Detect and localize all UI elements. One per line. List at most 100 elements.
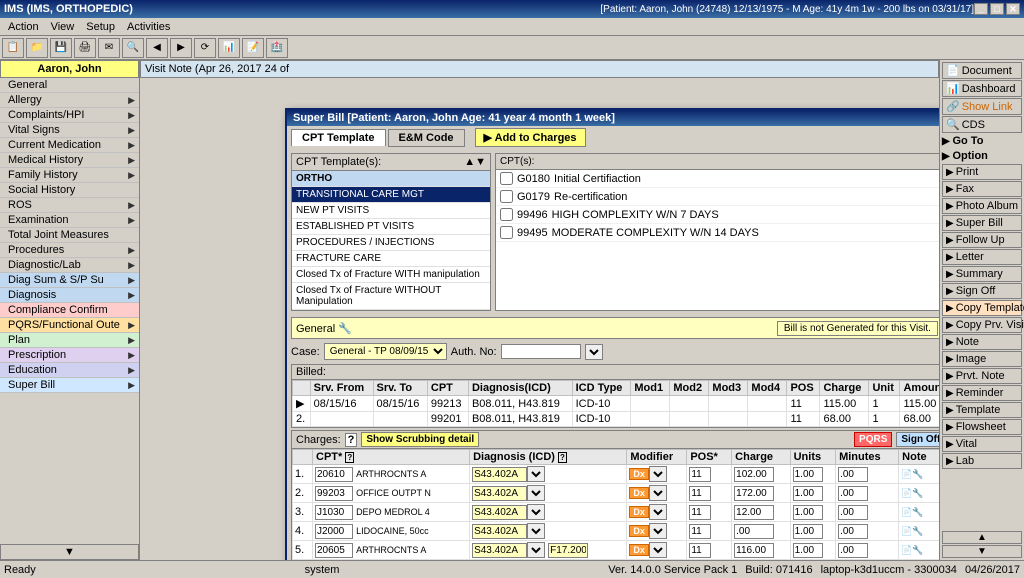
right-btn-document[interactable]: 📄 Document: [942, 62, 1022, 79]
toolbar-btn-12[interactable]: 🏥: [266, 38, 288, 58]
template-item-established[interactable]: ESTABLISHED PT VISITS: [292, 219, 490, 235]
template-item-fracture-care[interactable]: FRACTURE CARE: [292, 251, 490, 267]
units-input-1[interactable]: [793, 467, 823, 482]
units-input-4[interactable]: [793, 524, 823, 539]
cpt-check-g0179[interactable]: [500, 190, 513, 203]
sidebar-item-social-history[interactable]: Social History: [0, 183, 139, 198]
right-btn-show-link[interactable]: 🔗 Show Link: [942, 98, 1022, 115]
dx-btn-4[interactable]: Dx: [629, 525, 649, 537]
pos-input-4[interactable]: [689, 524, 711, 539]
pqrs-btn[interactable]: PQRS: [854, 432, 892, 447]
charge-input-2[interactable]: [734, 486, 774, 501]
sidebar-item-joint-measures[interactable]: Total Joint Measures: [0, 228, 139, 243]
mod-drop-4[interactable]: [649, 523, 667, 539]
pos-input-3[interactable]: [689, 505, 711, 520]
units-input-5[interactable]: [793, 543, 823, 558]
cpt-check-99496[interactable]: [500, 208, 513, 221]
right-btn-copy-template[interactable]: ▶ Copy Template: [942, 300, 1022, 316]
patient-name[interactable]: Aaron, John: [0, 60, 139, 78]
template-item-new-pt[interactable]: NEW PT VISITS: [292, 203, 490, 219]
right-btn-cds[interactable]: 🔍 CDS: [942, 116, 1022, 133]
charge-row-6[interactable]: ▶ APPL SHORT AR Dx 📄🔧 N: [293, 560, 940, 561]
diag-input-1[interactable]: [472, 467, 527, 482]
right-btn-lab[interactable]: ▶ Lab: [942, 453, 1022, 469]
sidebar-item-complaints[interactable]: Complaints/HPI ▶: [0, 108, 139, 123]
template-item-ortho[interactable]: ORTHO: [292, 171, 490, 187]
right-btn-dashboard[interactable]: 📊 Dashboard: [942, 80, 1022, 97]
charge-input-4[interactable]: [734, 524, 774, 539]
diag-input-5[interactable]: [472, 543, 527, 558]
mod-drop-2[interactable]: [649, 485, 667, 501]
pos-input-1[interactable]: [689, 467, 711, 482]
toolbar-btn-5[interactable]: ✉: [98, 38, 120, 58]
right-scroll-down[interactable]: ▼: [942, 545, 1022, 558]
right-scroll-up[interactable]: ▲: [942, 531, 1022, 544]
charge-row-3[interactable]: 3. DEPO MEDROL 4 Dx 📄🔧 N: [293, 503, 940, 522]
toolbar-btn-3[interactable]: 💾: [50, 38, 72, 58]
diag-drop-2[interactable]: [527, 485, 545, 501]
toolbar-btn-2[interactable]: 📁: [26, 38, 48, 58]
mod-drop-3[interactable]: [649, 504, 667, 520]
minutes-input-1[interactable]: [838, 467, 868, 482]
pos-input-5[interactable]: [689, 543, 711, 558]
sidebar-item-diagnostic-lab[interactable]: Diagnostic/Lab ▶: [0, 258, 139, 273]
template-item-transitional[interactable]: TRANSITIONAL CARE MGT: [292, 187, 490, 203]
right-btn-image[interactable]: ▶ Image: [942, 351, 1022, 367]
right-btn-vital[interactable]: ▶ Vital: [942, 436, 1022, 452]
cpt-input-4[interactable]: [315, 524, 353, 539]
charge-input-1[interactable]: [734, 467, 774, 482]
toolbar-btn-6[interactable]: 🔍: [122, 38, 144, 58]
diag-drop-5[interactable]: [527, 542, 545, 558]
auth-dropdown[interactable]: [585, 344, 603, 360]
right-btn-super-bill[interactable]: ▶ Super Bill: [942, 215, 1022, 231]
minutes-input-2[interactable]: [838, 486, 868, 501]
mod-drop-1[interactable]: [649, 466, 667, 482]
dx-btn-3[interactable]: Dx: [629, 506, 649, 518]
sidebar-item-diagnosis[interactable]: Diagnosis ▶: [0, 288, 139, 303]
sidebar-item-pqrs[interactable]: PQRS/Functional Oute ▶: [0, 318, 139, 333]
sidebar-item-plan[interactable]: Plan ▶: [0, 333, 139, 348]
charge-input-3[interactable]: [734, 505, 774, 520]
sidebar-scroll-down[interactable]: ▼: [0, 544, 139, 560]
units-input-2[interactable]: [793, 486, 823, 501]
cpt-input-2[interactable]: [315, 486, 353, 501]
sidebar-item-procedures[interactable]: Procedures ▶: [0, 243, 139, 258]
cpt-input-3[interactable]: [315, 505, 353, 520]
sidebar-item-family-history[interactable]: Family History ▶: [0, 168, 139, 183]
maximize-btn[interactable]: □: [990, 3, 1004, 15]
toolbar-btn-7[interactable]: ◀: [146, 38, 168, 58]
cpt-input-1[interactable]: [315, 467, 353, 482]
charge-input-5[interactable]: [734, 543, 774, 558]
sidebar-item-examination[interactable]: Examination ▶: [0, 213, 139, 228]
right-btn-template[interactable]: ▶ Template: [942, 402, 1022, 418]
tab-em-code[interactable]: E&M Code: [388, 129, 465, 147]
menu-activities[interactable]: Activities: [121, 20, 176, 34]
right-btn-copy-prv-visit[interactable]: ▶ Copy Prv. Visit: [942, 317, 1022, 333]
right-btn-sign-off[interactable]: ▶ Sign Off: [942, 283, 1022, 299]
template-item-closed-with[interactable]: Closed Tx of Fracture WITH manipulation: [292, 267, 490, 283]
sidebar-item-education[interactable]: Education ▶: [0, 363, 139, 378]
billed-row-1[interactable]: ▶ 08/15/16 08/15/16 99213 B08.011, H43.8…: [293, 396, 940, 412]
toolbar-btn-9[interactable]: ⟳: [194, 38, 216, 58]
right-btn-note[interactable]: ▶ Note: [942, 334, 1022, 350]
charge-row-1[interactable]: 1. ARTHROCNTS A Dx 📄🔧 N: [293, 465, 940, 484]
minutes-input-3[interactable]: [838, 505, 868, 520]
case-dropdown[interactable]: General - TP 08/09/15: [324, 343, 447, 360]
pos-input-2[interactable]: [689, 486, 711, 501]
toolbar-btn-1[interactable]: 📋: [2, 38, 24, 58]
minimize-btn[interactable]: _: [974, 3, 988, 15]
minutes-input-5[interactable]: [838, 543, 868, 558]
sidebar-item-medication[interactable]: Current Medication ▶: [0, 138, 139, 153]
diag-input-5b[interactable]: [548, 543, 588, 558]
tab-cpt-template[interactable]: CPT Template: [291, 129, 386, 146]
right-btn-photo-album[interactable]: ▶ Photo Album: [942, 198, 1022, 214]
dx-btn-2[interactable]: Dx: [629, 487, 649, 499]
right-btn-letter[interactable]: ▶ Letter: [942, 249, 1022, 265]
charge-row-4[interactable]: 4. LIDOCAINE, 50cc Dx 📄🔧 N: [293, 522, 940, 541]
diag-input-2[interactable]: [472, 486, 527, 501]
template-item-procedures[interactable]: PROCEDURES / INJECTIONS: [292, 235, 490, 251]
sidebar-item-vitals[interactable]: Vital Signs ▶: [0, 123, 139, 138]
toolbar-btn-4[interactable]: 🖨: [74, 38, 96, 58]
cpt-input-5[interactable]: [315, 543, 353, 558]
sidebar-item-medical-history[interactable]: Medical History ▶: [0, 153, 139, 168]
